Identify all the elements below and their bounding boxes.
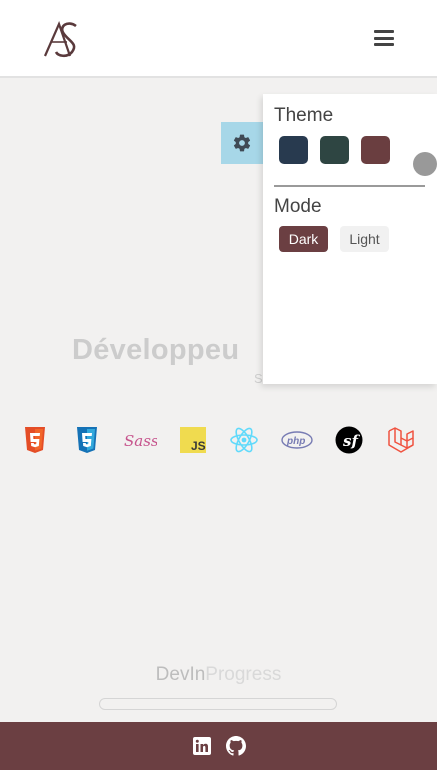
hero-subtitle: S xyxy=(254,371,263,386)
github-link[interactable] xyxy=(225,736,246,756)
brand-part-progress: Progress xyxy=(205,664,282,685)
theme-swatch-green[interactable] xyxy=(320,136,349,164)
footer xyxy=(0,722,437,770)
header xyxy=(0,0,437,78)
laravel-icon xyxy=(385,424,417,456)
settings-toggle-button[interactable] xyxy=(221,122,263,164)
css3-icon xyxy=(71,424,103,456)
svg-text:Sass: Sass xyxy=(124,432,157,450)
gear-icon xyxy=(233,134,251,152)
mode-title: Mode xyxy=(274,196,322,217)
svg-text:php: php xyxy=(286,436,305,447)
hamburger-icon-line xyxy=(374,43,394,46)
theme-title: Theme xyxy=(274,105,334,126)
hamburger-menu-button[interactable] xyxy=(374,30,394,48)
theme-swatch-navy[interactable] xyxy=(279,136,308,164)
brand-part-devin: DevIn xyxy=(155,664,206,685)
react-icon xyxy=(228,424,260,456)
progress-bar xyxy=(99,698,337,710)
mode-dark-button[interactable]: Dark xyxy=(279,226,328,252)
github-icon xyxy=(225,736,246,756)
linkedin-icon xyxy=(192,737,211,755)
logo-mark xyxy=(43,20,77,58)
sass-icon: Sass xyxy=(122,424,158,456)
php-icon: php xyxy=(280,424,314,456)
theme-swatch-burgundy[interactable] xyxy=(361,136,390,164)
symfony-icon: sf xyxy=(333,424,365,456)
panel-divider xyxy=(274,185,425,187)
html5-icon xyxy=(19,424,51,456)
scroll-handle[interactable] xyxy=(413,152,437,176)
settings-panel: Theme Mode Dark Light xyxy=(263,94,437,384)
logo[interactable] xyxy=(42,18,82,60)
brand-name: DevInProgress xyxy=(0,664,437,686)
svg-text:JS: JS xyxy=(191,439,206,453)
svg-text:sf: sf xyxy=(343,432,360,450)
javascript-icon: JS xyxy=(177,424,209,456)
hero-title: Développeu xyxy=(72,334,240,366)
linkedin-link[interactable] xyxy=(192,736,212,756)
hamburger-icon-line xyxy=(374,36,394,40)
mode-light-button[interactable]: Light xyxy=(340,226,389,252)
hamburger-icon xyxy=(374,30,394,33)
